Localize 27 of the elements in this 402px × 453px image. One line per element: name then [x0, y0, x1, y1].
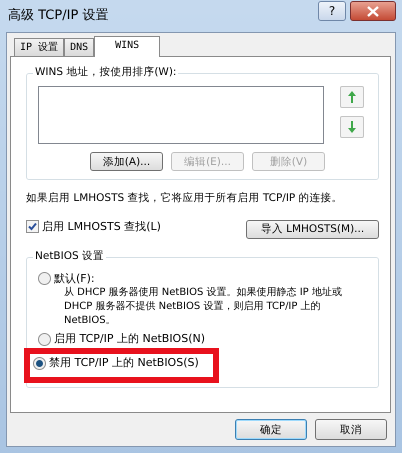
radio-button[interactable]	[38, 272, 51, 286]
radio-option[interactable]: 默认(F):	[38, 272, 95, 286]
move-up-button[interactable]	[340, 86, 364, 108]
tab[interactable]: DNS	[64, 38, 94, 56]
wins-address-list[interactable]	[38, 86, 324, 144]
info-text: 如果启用 LMHOSTS 查找，它将应用于所有启用 TCP/IP 的连接。	[26, 192, 343, 206]
down-arrow-icon	[347, 120, 357, 134]
radio-button[interactable]	[33, 356, 46, 370]
action-button[interactable]: 添加(A)...	[90, 152, 163, 171]
checkbox[interactable]	[26, 220, 39, 234]
radio-option[interactable]: 启用 TCP/IP 上的 NetBIOS(N)	[38, 332, 206, 346]
tab[interactable]: WINS	[94, 36, 160, 57]
option-description: 从 DHCP 服务器使用 NetBIOS 设置。如果使用静态 IP 地址或 DHCP 服务器不提供 NetBIOS 设置，则启用 TCP/IP 上的 NetBIOS。	[63, 286, 343, 328]
lmhosts-checkbox[interactable]: 启用 LMHOSTS 查找(L)	[26, 220, 161, 234]
import-lmhosts-button[interactable]: 导入 LMHOSTS(M)...	[246, 220, 379, 239]
help-button[interactable]: ?	[318, 1, 346, 21]
window-title: 高级 TCP/IP 设置	[7, 8, 108, 24]
tab[interactable]: IP 设置	[14, 38, 64, 56]
move-down-button[interactable]	[340, 116, 364, 138]
radio-button[interactable]	[38, 332, 51, 346]
close-button[interactable]	[350, 1, 396, 21]
radio-option[interactable]: 禁用 TCP/IP 上的 NetBIOS(S)	[33, 356, 199, 371]
close-icon	[367, 6, 379, 16]
group-label: NetBIOS 设置	[33, 250, 106, 264]
up-arrow-icon	[347, 90, 357, 104]
dialog-button[interactable]: 取消	[315, 419, 387, 440]
dialog-button[interactable]: 确定	[235, 419, 307, 440]
